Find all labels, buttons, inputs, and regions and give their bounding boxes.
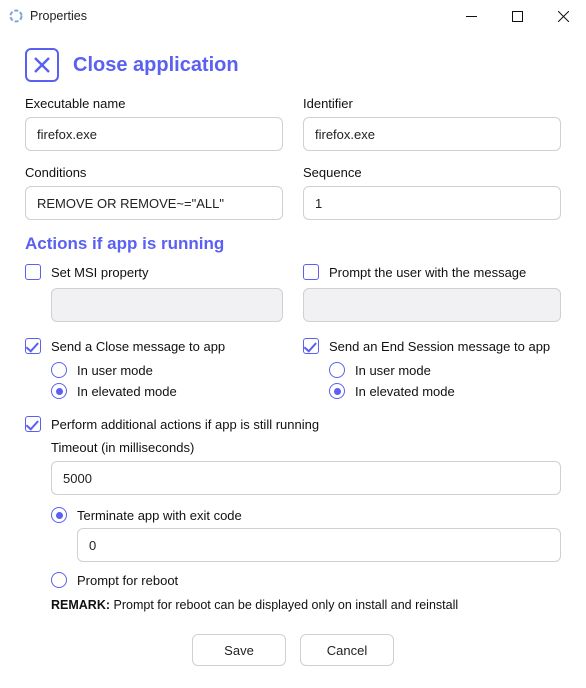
close-button[interactable] bbox=[540, 0, 586, 32]
end-sess-checkbox[interactable] bbox=[303, 338, 319, 354]
timeout-label: Timeout (in milliseconds) bbox=[51, 440, 561, 455]
perform-label: Perform additional actions if app is sti… bbox=[51, 417, 319, 432]
set-msi-label: Set MSI property bbox=[51, 265, 149, 280]
set-msi-input bbox=[51, 288, 283, 322]
prompt-msg-input bbox=[303, 288, 561, 322]
close-elev-radio[interactable] bbox=[51, 383, 67, 399]
remark-text: Prompt for reboot can be displayed only … bbox=[110, 598, 458, 612]
end-user-label: In user mode bbox=[355, 363, 431, 378]
set-msi-checkbox[interactable] bbox=[25, 264, 41, 280]
end-elev-label: In elevated mode bbox=[355, 384, 455, 399]
prompt-msg-label: Prompt the user with the message bbox=[329, 265, 526, 280]
seq-label: Sequence bbox=[303, 165, 561, 180]
end-user-radio[interactable] bbox=[329, 362, 345, 378]
cond-label: Conditions bbox=[25, 165, 283, 180]
save-button[interactable]: Save bbox=[192, 634, 286, 666]
content: Close application Executable name Identi… bbox=[0, 32, 586, 682]
close-user-radio[interactable] bbox=[51, 362, 67, 378]
hero: Close application bbox=[25, 48, 561, 82]
reboot-label: Prompt for reboot bbox=[77, 573, 178, 588]
app-icon bbox=[8, 8, 24, 24]
close-app-icon bbox=[25, 48, 59, 82]
remark-head: REMARK: bbox=[51, 598, 110, 612]
window-title: Properties bbox=[30, 9, 87, 23]
close-msg-label: Send a Close message to app bbox=[51, 339, 225, 354]
close-msg-checkbox[interactable] bbox=[25, 338, 41, 354]
term-input[interactable] bbox=[77, 528, 561, 562]
cond-input[interactable] bbox=[25, 186, 283, 220]
perform-checkbox[interactable] bbox=[25, 416, 41, 432]
term-radio[interactable] bbox=[51, 507, 67, 523]
titlebar: Properties bbox=[0, 0, 586, 32]
page-title: Close application bbox=[73, 54, 239, 77]
ident-input[interactable] bbox=[303, 117, 561, 151]
actions-title: Actions if app is running bbox=[25, 234, 561, 254]
timeout-input[interactable] bbox=[51, 461, 561, 495]
minimize-button[interactable] bbox=[448, 0, 494, 32]
reboot-radio[interactable] bbox=[51, 572, 67, 588]
ident-label: Identifier bbox=[303, 96, 561, 111]
seq-input[interactable] bbox=[303, 186, 561, 220]
close-user-label: In user mode bbox=[77, 363, 153, 378]
exec-input[interactable] bbox=[25, 117, 283, 151]
prompt-msg-checkbox[interactable] bbox=[303, 264, 319, 280]
end-elev-radio[interactable] bbox=[329, 383, 345, 399]
remark: REMARK: Prompt for reboot can be display… bbox=[51, 598, 561, 612]
end-sess-label: Send an End Session message to app bbox=[329, 339, 550, 354]
term-label: Terminate app with exit code bbox=[77, 508, 242, 523]
maximize-button[interactable] bbox=[494, 0, 540, 32]
exec-label: Executable name bbox=[25, 96, 283, 111]
cancel-button[interactable]: Cancel bbox=[300, 634, 394, 666]
close-elev-label: In elevated mode bbox=[77, 384, 177, 399]
